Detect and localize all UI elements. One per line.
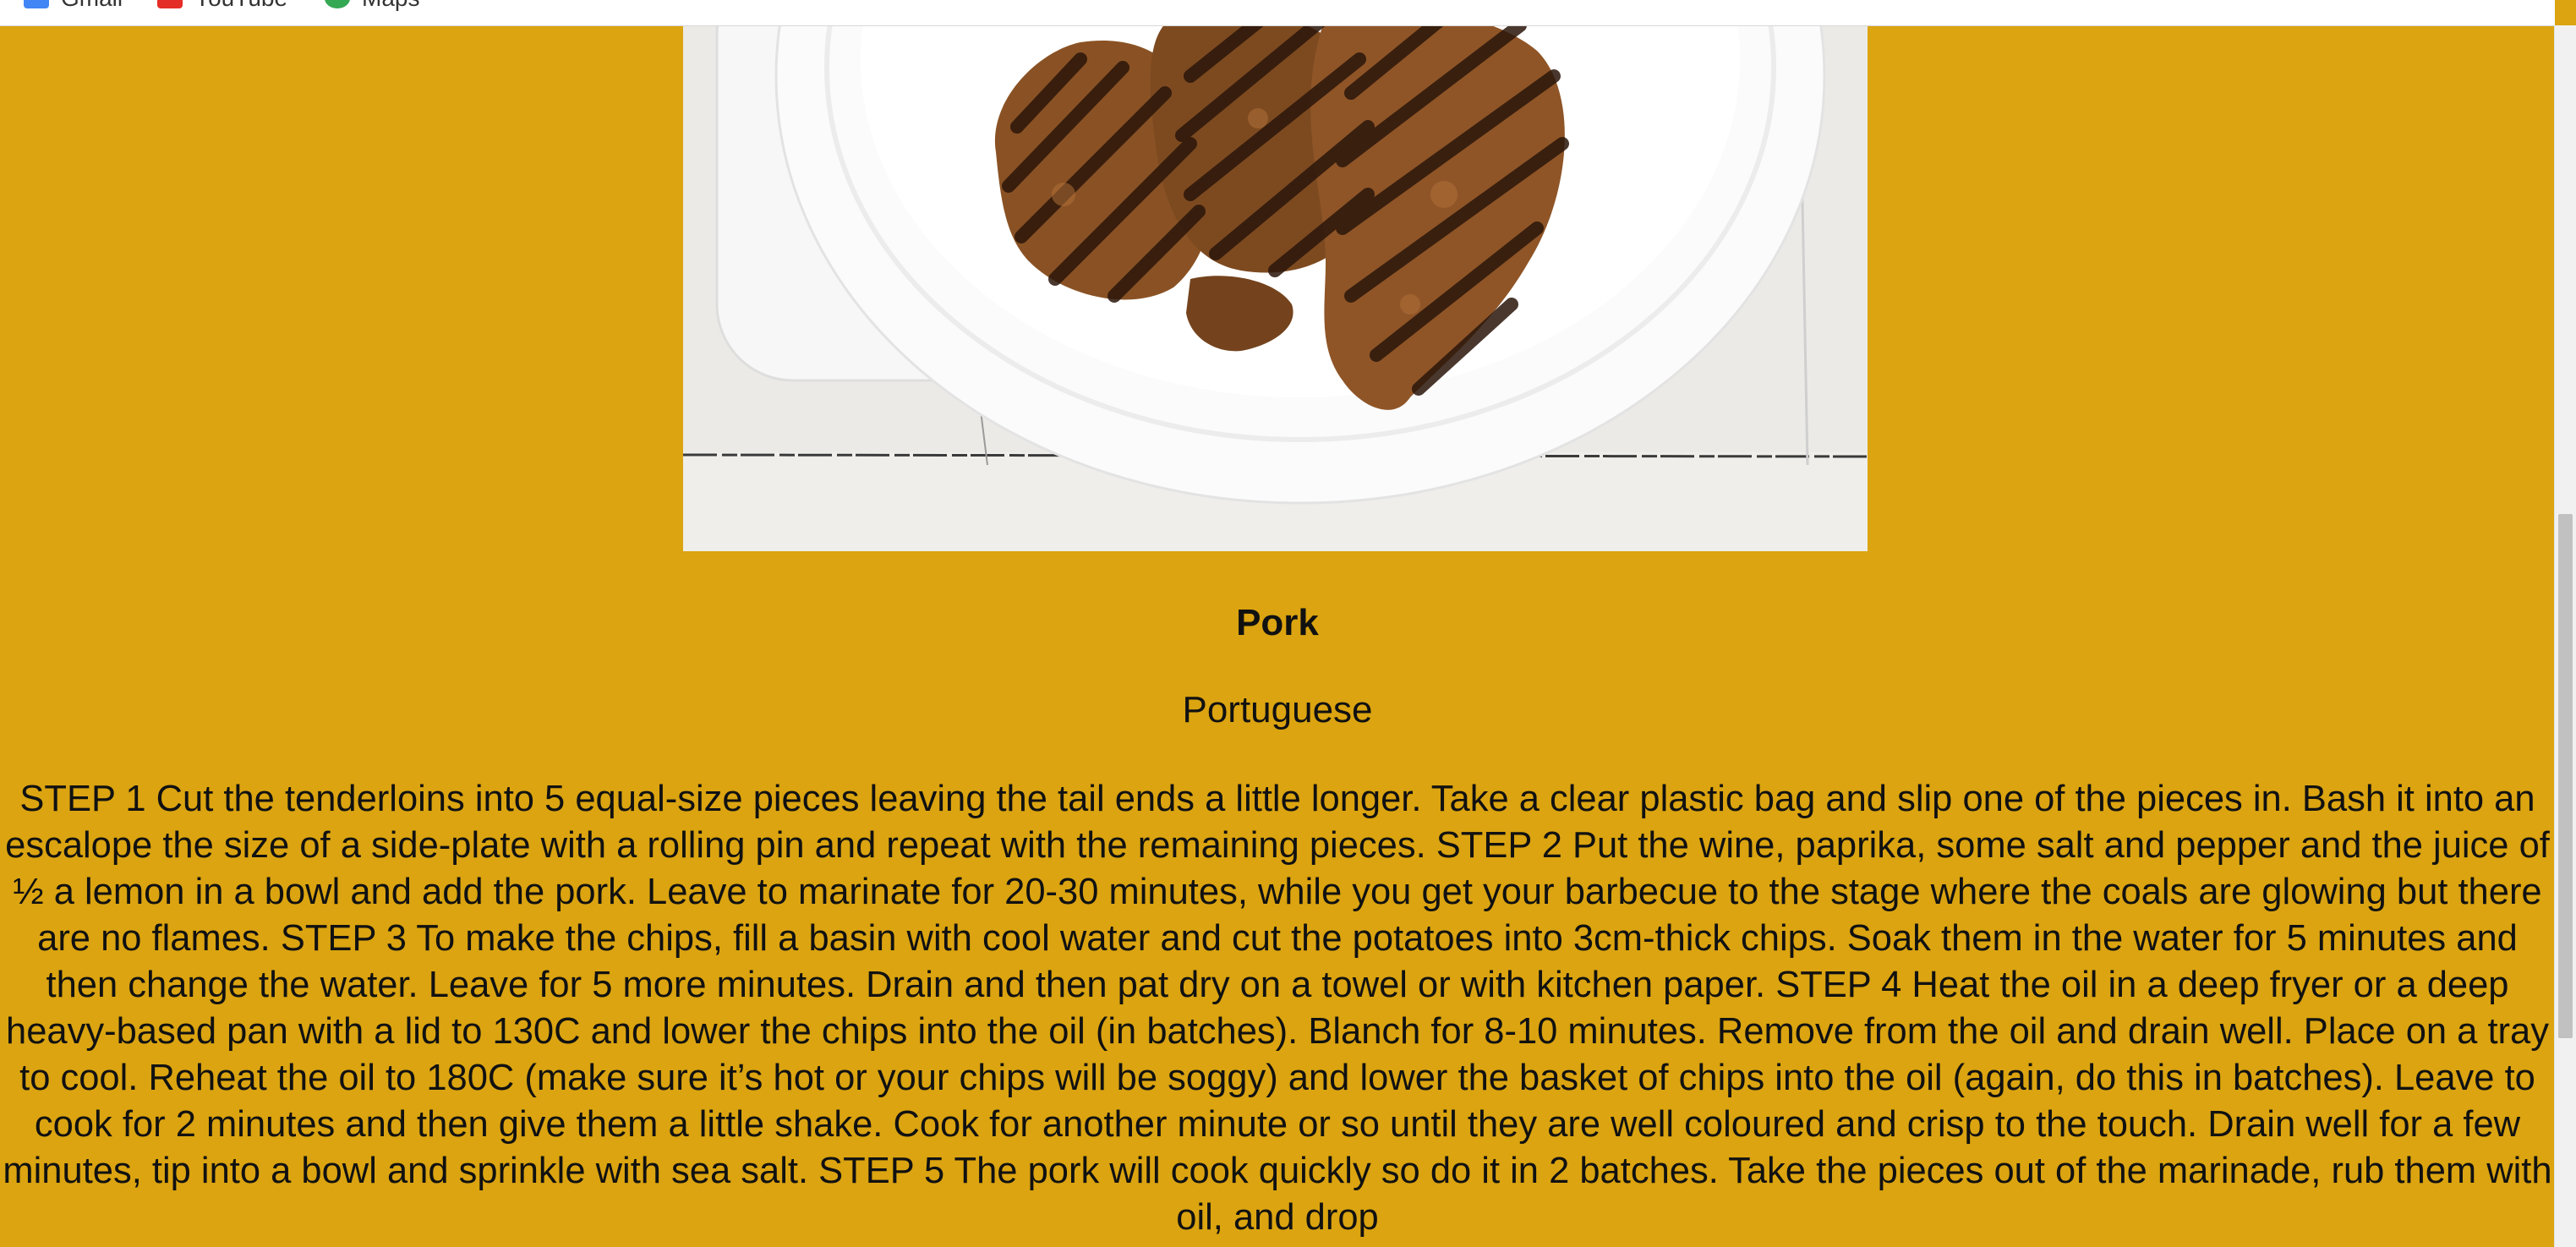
page-content: Pork Portuguese STEP 1 Cut the tenderloi… — [0, 25, 2555, 1247]
maps-icon — [325, 0, 350, 8]
bookmark-label: Gmail — [61, 0, 123, 12]
youtube-icon — [157, 0, 183, 8]
bookmarks-bar: Gmail YouTube Maps — [0, 0, 2555, 26]
scrollbar-thumb[interactable] — [2558, 514, 2573, 1038]
bookmark-maps[interactable]: Maps — [325, 0, 419, 15]
meal-image — [683, 25, 1868, 551]
meal-name: Pork — [1236, 602, 1319, 643]
meal-instructions: STEP 1 Cut the tenderloins into 5 equal-… — [3, 779, 2552, 1238]
meal-area: Portuguese — [1182, 689, 1373, 730]
bookmark-label: YouTube — [194, 0, 287, 12]
bookmark-gmail[interactable]: Gmail — [24, 0, 123, 15]
vertical-scrollbar[interactable] — [2554, 25, 2576, 1247]
bookmark-youtube[interactable]: YouTube — [157, 0, 287, 15]
gmail-icon — [24, 0, 49, 8]
bookmark-label: Maps — [362, 0, 419, 12]
